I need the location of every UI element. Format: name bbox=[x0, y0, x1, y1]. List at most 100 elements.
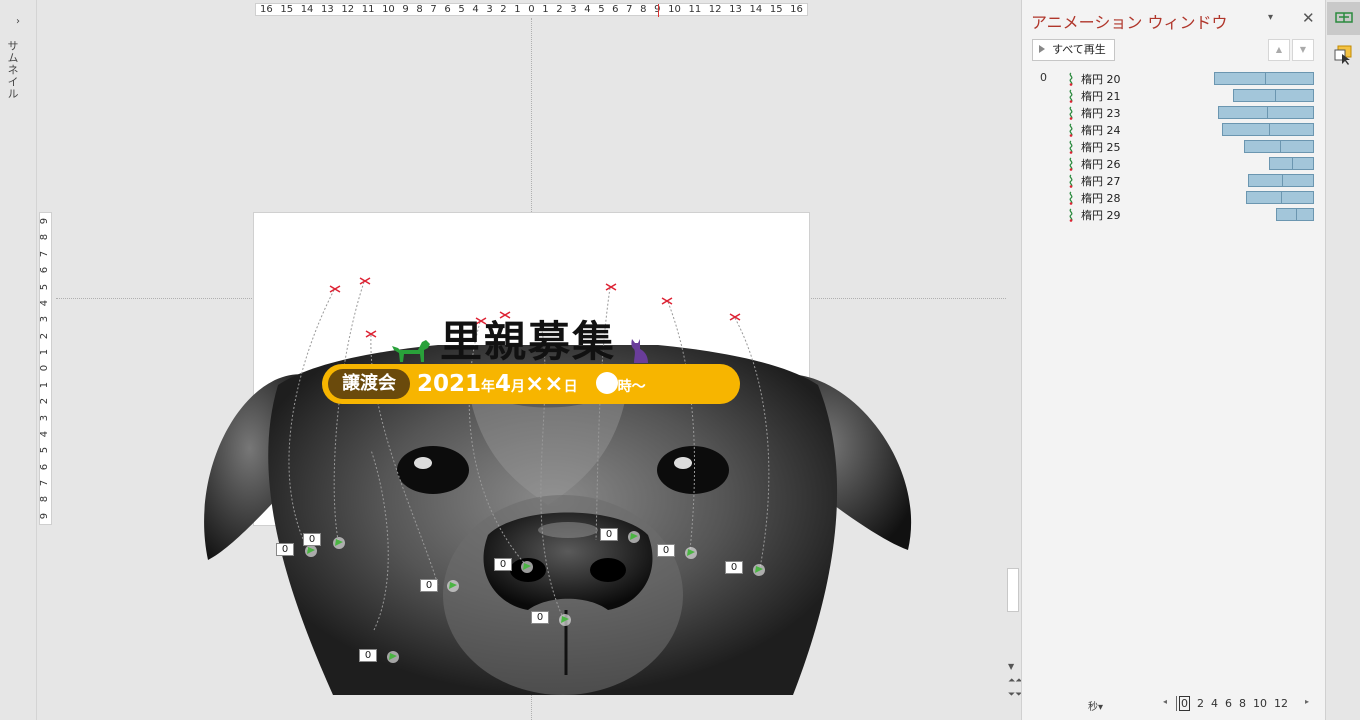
ruler-tick-label: 2 bbox=[39, 332, 51, 339]
play-all-button[interactable]: すべて再生 bbox=[1032, 39, 1115, 61]
ruler-tick-label: 16 bbox=[260, 4, 273, 15]
close-icon[interactable]: ✕ bbox=[1302, 9, 1315, 27]
animation-item[interactable]: 楕円 25 bbox=[1022, 138, 1326, 155]
date-day: ×× bbox=[525, 371, 564, 397]
slide-title[interactable]: 里親募集 bbox=[440, 308, 616, 369]
expand-thumbnails-icon[interactable]: › bbox=[12, 16, 24, 28]
vertical-ruler[interactable]: 9 8 7 6 5 4 3 2 1 0 1 2 3 4 5 6 7 8 9 bbox=[39, 212, 52, 525]
animation-timing-bar[interactable] bbox=[1218, 106, 1314, 119]
motion-path-effect-icon bbox=[1069, 123, 1073, 137]
thumbnail-pane-collapsed[interactable]: › サムネイル bbox=[0, 0, 37, 720]
ruler-tick-label: 7 bbox=[430, 4, 437, 15]
motion-end-icon[interactable] bbox=[604, 282, 618, 292]
animation-item-name: 楕円 23 bbox=[1081, 107, 1121, 120]
horizontal-ruler[interactable]: 1615141312111098765432101234567891011121… bbox=[255, 3, 808, 17]
motion-start-icon[interactable] bbox=[332, 536, 346, 550]
vertical-scrollbar[interactable]: ▼ ⏶⏶ ⏷⏷ bbox=[1006, 0, 1022, 720]
animation-pane-icon bbox=[1335, 12, 1353, 23]
timeline-right-icon[interactable]: ▸ bbox=[1305, 697, 1309, 706]
animation-timing-bar[interactable] bbox=[1213, 72, 1314, 85]
timeline-tick: 2 bbox=[1197, 697, 1204, 710]
ruler-tick-label: 6 bbox=[444, 4, 451, 15]
animation-timing-bar[interactable] bbox=[1244, 140, 1314, 153]
green-dog-illustration[interactable] bbox=[390, 336, 432, 364]
ruler-tick-label: 9 bbox=[402, 4, 409, 15]
date-day-unit: 日 bbox=[563, 379, 578, 395]
animation-count-tag: 0 bbox=[600, 528, 618, 541]
motion-end-icon[interactable] bbox=[328, 284, 342, 294]
animation-count-tag: 0 bbox=[303, 533, 321, 546]
move-down-button[interactable]: ▼ bbox=[1292, 39, 1314, 61]
animation-timing-bar[interactable] bbox=[1248, 174, 1314, 187]
ruler-tick-label: 8 bbox=[39, 234, 51, 241]
timeline-left-icon[interactable]: ◂ bbox=[1163, 697, 1167, 706]
animation-list: 0 楕円 20 楕円 21 楕円 23 楕円 24 楕円 25 楕円 26 楕円 27 楕円 2… bbox=[1022, 70, 1326, 223]
animation-timing-bar[interactable] bbox=[1275, 208, 1314, 221]
animation-item[interactable]: 楕円 29 bbox=[1022, 206, 1326, 223]
scrollbar-thumb[interactable] bbox=[1007, 568, 1019, 612]
animation-count-tag: 0 bbox=[531, 611, 549, 624]
animation-timing-bar[interactable] bbox=[1268, 157, 1314, 170]
animation-item-name: 楕円 24 bbox=[1081, 124, 1121, 137]
motion-end-icon[interactable] bbox=[358, 276, 372, 286]
ruler-tick-label: 3 bbox=[486, 4, 493, 15]
animation-item-name: 楕円 21 bbox=[1081, 90, 1121, 103]
timeline-ticks: 0 2 4 6 8 10 12 bbox=[1176, 696, 1302, 711]
animation-item[interactable]: 楕円 24 bbox=[1022, 121, 1326, 138]
ruler-tick-label: 11 bbox=[688, 4, 702, 15]
event-banner[interactable]: 譲渡会 2021年4月××日 時～ bbox=[322, 364, 740, 404]
motion-path-effect-icon bbox=[1069, 106, 1073, 120]
animation-timing-bar[interactable] bbox=[1233, 89, 1314, 102]
animation-item[interactable]: 楕円 21 bbox=[1022, 87, 1326, 104]
animation-item[interactable]: 楕円 27 bbox=[1022, 172, 1326, 189]
timeline-tick: 8 bbox=[1239, 697, 1246, 710]
pane-options-icon[interactable]: ▾ bbox=[1268, 12, 1273, 23]
motion-end-icon[interactable] bbox=[364, 329, 378, 339]
seconds-dropdown[interactable]: 秒▾ bbox=[1088, 698, 1103, 713]
animation-item-name: 楕円 28 bbox=[1081, 192, 1121, 205]
ruler-tick-label: 15 bbox=[280, 4, 294, 15]
animation-count-tag: 0 bbox=[657, 544, 675, 557]
motion-start-icon[interactable] bbox=[558, 613, 572, 627]
timing-bar-divider bbox=[1282, 175, 1284, 186]
ruler-tick-label: 3 bbox=[570, 4, 577, 15]
thumbnail-pane-label[interactable]: サムネイル bbox=[4, 40, 20, 100]
ruler-tick-label: 6 bbox=[612, 4, 619, 15]
motion-start-icon[interactable] bbox=[684, 546, 698, 560]
motion-start-icon[interactable] bbox=[446, 579, 460, 593]
motion-end-icon[interactable] bbox=[660, 296, 674, 306]
motion-start-icon[interactable] bbox=[520, 560, 534, 574]
scroll-down-icon[interactable]: ▼ bbox=[1008, 662, 1014, 671]
banner-tag: 譲渡会 bbox=[328, 369, 410, 399]
motion-start-icon[interactable] bbox=[752, 563, 766, 577]
animation-timing-bar[interactable] bbox=[1222, 123, 1314, 136]
ruler-tick-label: 5 bbox=[598, 4, 605, 15]
selection-pane-tab[interactable] bbox=[1327, 40, 1360, 70]
motion-start-icon[interactable] bbox=[627, 530, 641, 544]
animation-item[interactable]: 楕円 28 bbox=[1022, 189, 1326, 206]
purple-cat-illustration[interactable] bbox=[628, 337, 652, 365]
animation-count-tag: 0 bbox=[494, 558, 512, 571]
motion-end-icon[interactable] bbox=[728, 312, 742, 322]
timing-bar-divider bbox=[1269, 124, 1271, 135]
ruler-tick-label: 10 bbox=[382, 4, 395, 15]
animation-item[interactable]: 0 楕円 20 bbox=[1022, 70, 1326, 87]
animation-item[interactable]: 楕円 26 bbox=[1022, 155, 1326, 172]
animation-timing-bar[interactable] bbox=[1245, 191, 1314, 204]
motion-start-icon[interactable] bbox=[386, 650, 400, 664]
animation-item[interactable]: 楕円 23 bbox=[1022, 104, 1326, 121]
ruler-tick-label: 14 bbox=[300, 4, 314, 15]
motion-start-icon[interactable] bbox=[304, 544, 318, 558]
animation-count-tag: 0 bbox=[359, 649, 377, 662]
animation-pane-tab[interactable] bbox=[1327, 2, 1360, 35]
selection-pane-icon bbox=[1334, 45, 1352, 65]
move-up-button[interactable]: ▲ bbox=[1268, 39, 1290, 61]
ruler-tick-label: 1 bbox=[39, 381, 51, 388]
ruler-tick-label: 7 bbox=[39, 250, 51, 257]
slide-edit-area[interactable]: 里親募集 譲渡会 2021年4月××日 時～ 0 0 0 0 0 0 0 0 0 bbox=[38, 0, 1006, 720]
motion-path-effect-icon bbox=[1069, 208, 1073, 222]
play-icon bbox=[1039, 45, 1045, 53]
timing-bar-divider bbox=[1264, 73, 1266, 84]
ruler-position-indicator bbox=[658, 4, 659, 17]
timeline-scale[interactable]: ◂ 0 2 4 6 8 10 12 ▸ bbox=[1162, 696, 1312, 712]
